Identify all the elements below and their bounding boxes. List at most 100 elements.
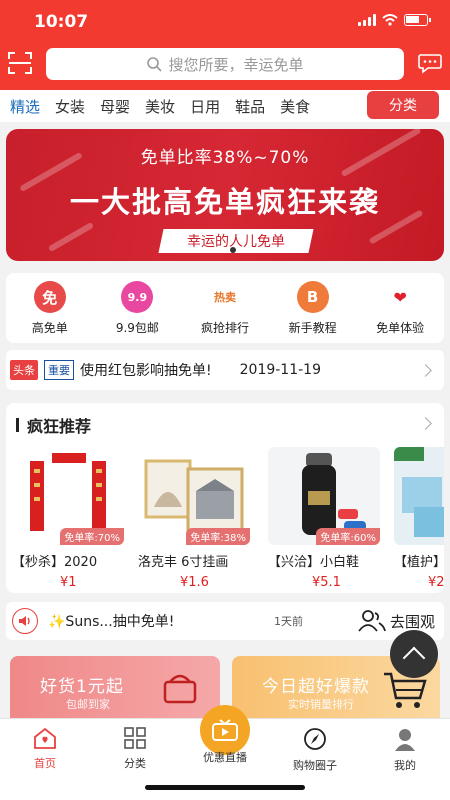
headline-tag: 头条 [10, 360, 38, 380]
nav-label: 优惠直播 [203, 751, 247, 764]
promo-card-subtitle: 包邮到家 [66, 698, 110, 711]
banner-dot [219, 247, 225, 253]
users-icon [358, 610, 386, 632]
tab-food[interactable]: 美食 [280, 96, 310, 117]
scan-icon[interactable] [8, 52, 32, 74]
recommend-title-text: 疯狂推荐 [27, 417, 92, 436]
home-icon [34, 727, 56, 749]
winner-time: 1天前 [274, 615, 303, 628]
product-price: ¥1 [60, 575, 77, 590]
quick-entry-row: 免 高免单 9.9 9.9包邮 热卖 疯抢排行 B 新手教程 ❤ 免单体验 [6, 273, 444, 343]
product-name: 洛克丰 6寸挂画 [138, 555, 229, 570]
quick-entry-label: 9.9包邮 [115, 321, 159, 335]
banner-dot-active [230, 247, 236, 253]
quick-entry-trial[interactable]: ❤ 免单体验 [360, 281, 440, 336]
message-icon[interactable] [418, 52, 442, 74]
winner-text: ✨Suns...抽中免单! [48, 614, 175, 630]
product-name: 【兴洽】小白鞋 [268, 555, 360, 570]
quick-entry-label: 疯抢排行 [200, 321, 249, 335]
product-card[interactable]: 免单率:38% 洛克丰 6寸挂画 ¥1.6 [138, 447, 250, 590]
tab-selected[interactable]: 精选 [10, 96, 40, 117]
product-card[interactable]: 免单率:60% 【兴洽】小白鞋 ¥5.1 [268, 447, 380, 590]
battery-icon [404, 14, 431, 26]
heart-icon: ❤ [384, 281, 417, 313]
grid-icon [124, 727, 146, 749]
tab-women[interactable]: 女装 [55, 96, 85, 117]
wifi-icon [382, 14, 398, 26]
quick-entry-label: 免单体验 [376, 321, 425, 335]
signal-icon [358, 14, 376, 26]
price-99-icon: 9.9 [121, 281, 154, 313]
user-icon [395, 729, 415, 751]
tutorial-icon: B [296, 281, 329, 313]
product-image: 免单率:60% [268, 447, 380, 545]
promo-banner[interactable]: 免单比率38%~70% 一大批高免单疯狂来袭 幸运的人儿免单 [6, 129, 444, 261]
quick-entry-free[interactable]: 免 高免单 [10, 281, 90, 336]
quick-entry-tutorial[interactable]: B 新手教程 [273, 281, 353, 336]
chevron-right-icon [419, 363, 432, 377]
nav-home[interactable]: 首页 [10, 727, 80, 771]
tissue-image [394, 447, 444, 537]
title-marker [16, 418, 19, 432]
product-image [394, 447, 444, 545]
news-text: 使用红包影响抽免单! [80, 363, 212, 379]
chevron-right-icon[interactable] [419, 417, 432, 430]
nav-live[interactable]: 优惠直播 [190, 749, 260, 765]
status-time: 10:07 [34, 12, 89, 32]
scroll-to-top-button[interactable] [390, 630, 438, 678]
live-button[interactable] [200, 705, 250, 755]
banner-dot [241, 247, 247, 253]
basket-icon [163, 674, 197, 704]
product-price: ¥2 [428, 575, 444, 590]
product-price: ¥5.1 [312, 575, 341, 590]
quick-entry-ranking[interactable]: 热卖 疯抢排行 [185, 281, 265, 336]
home-indicator [145, 785, 305, 790]
free-rate-badge: 免单率:60% [316, 528, 380, 545]
go-watch-button[interactable]: 去围观 [358, 609, 435, 633]
promo-card-cheap[interactable]: 好货1元起 包邮到家 [10, 656, 220, 718]
tab-baby[interactable]: 母婴 [100, 96, 130, 117]
speaker-glyph [19, 616, 30, 626]
free-order-icon: 免 [33, 281, 66, 313]
tab-shoes[interactable]: 鞋品 [235, 96, 265, 117]
category-button[interactable]: 分类 [367, 91, 439, 119]
recommend-title[interactable]: 疯狂推荐 [16, 413, 91, 437]
quick-entry-99[interactable]: 9.9 9.9包邮 [97, 281, 177, 336]
hot-sale-icon: 热卖 [208, 281, 241, 313]
product-name: 【植护】 [394, 555, 444, 570]
status-icons [358, 14, 431, 26]
free-rate-badge: 免单率:38% [186, 528, 250, 545]
nav-label: 我的 [394, 759, 416, 772]
compass-icon [304, 728, 326, 750]
product-name: 【秒杀】2020 [12, 555, 98, 570]
banner-pagination [219, 247, 247, 253]
search-input[interactable]: 搜您所要，幸运免单 [46, 48, 404, 80]
tab-daily[interactable]: 日用 [190, 96, 220, 117]
tv-icon [212, 719, 238, 741]
news-date: 2019-11-19 [239, 362, 321, 378]
banner-subtitle: 免单比率38%~70% [140, 148, 310, 168]
promo-card-subtitle: 实时销量排行 [288, 698, 354, 711]
nav-mine[interactable]: 我的 [370, 727, 440, 773]
product-card[interactable]: 免单率:70% 【秒杀】2020 ¥1 [12, 447, 124, 590]
tab-beauty[interactable]: 美妆 [145, 96, 175, 117]
quick-entry-label: 新手教程 [288, 321, 337, 335]
product-card[interactable]: 【植护】 ¥2 [394, 447, 444, 590]
winner-feed[interactable]: ✨Suns...抽中免单! 1天前 去围观 [6, 602, 444, 640]
promo-card-title: 好货1元起 [40, 677, 124, 697]
nav-label: 分类 [124, 757, 146, 770]
product-image: 免单率:70% [12, 447, 124, 545]
nav-circle[interactable]: 购物圈子 [280, 727, 350, 773]
promo-card-title: 今日超好爆款 [262, 677, 370, 697]
news-ticker[interactable]: 头条 重要 使用红包影响抽免单! 2019-11-19 [6, 350, 444, 390]
status-bar: 10:07 [0, 0, 450, 44]
quick-entry-label: 高免单 [31, 321, 68, 335]
nav-label: 首页 [34, 757, 56, 770]
banner-headline: 一大批高免单疯狂来袭 [69, 185, 380, 219]
search-placeholder: 搜您所要，幸运免单 [168, 55, 304, 74]
speaker-icon [12, 608, 38, 634]
recommend-section: 疯狂推荐 免单率:70% 【秒杀】2020 ¥1 免单率:38% 洛克丰 6寸挂… [6, 403, 444, 593]
nav-category[interactable]: 分类 [100, 727, 170, 771]
nav-label: 购物圈子 [293, 759, 337, 772]
search-icon [147, 57, 163, 72]
